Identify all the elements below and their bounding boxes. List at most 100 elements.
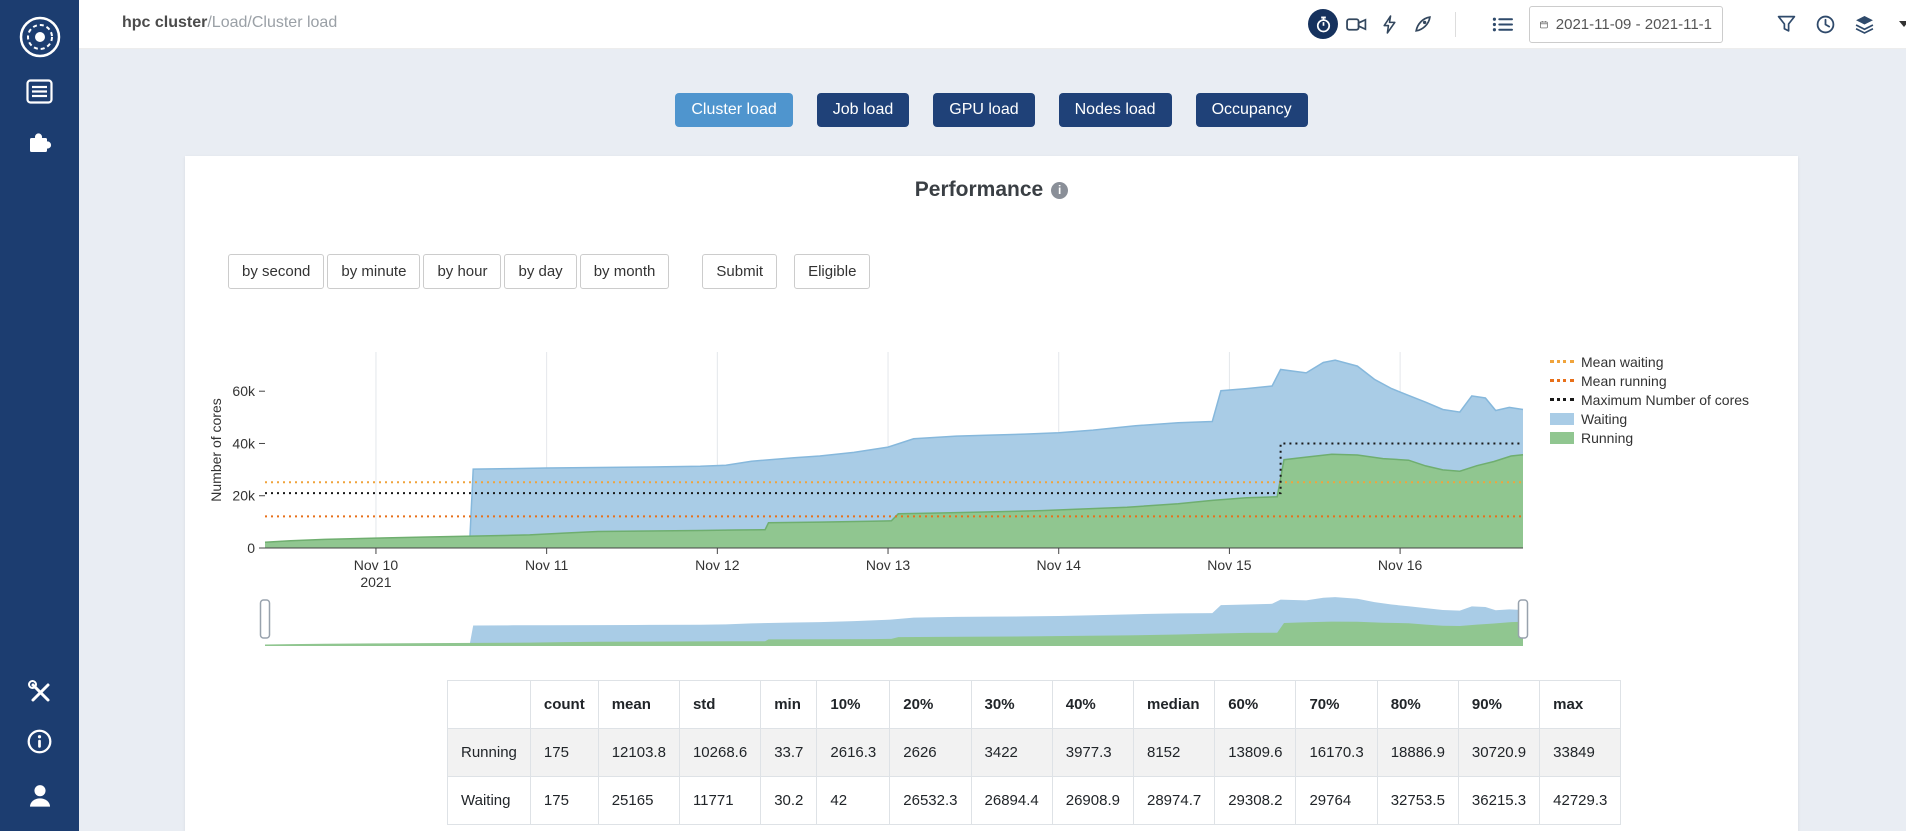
tab-gpu-load[interactable]: GPU load xyxy=(933,93,1034,127)
btn-submit[interactable]: Submit xyxy=(702,254,777,289)
layers-icon xyxy=(1855,15,1874,34)
btn-by-day[interactable]: by day xyxy=(504,254,576,289)
tab-occupancy[interactable]: Occupancy xyxy=(1196,93,1308,127)
stat-value: 26908.9 xyxy=(1052,777,1133,825)
date-range-value: 2021-11-09 - 2021-11-1 xyxy=(1556,16,1712,33)
sidebar-item-user[interactable] xyxy=(0,776,79,816)
app-logo[interactable] xyxy=(0,13,79,61)
date-range-picker[interactable]: 2021-11-09 - 2021-11-1 xyxy=(1529,6,1723,43)
stat-value: 42729.3 xyxy=(1540,777,1621,825)
granularity-controls: by second by minute by hour by day by mo… xyxy=(228,254,873,289)
btn-by-second[interactable]: by second xyxy=(228,254,324,289)
range-handle-right[interactable] xyxy=(1519,600,1528,638)
x-tick-label: Nov 13 xyxy=(866,557,911,573)
panel-title-text: Performance xyxy=(915,178,1043,201)
range-selector[interactable] xyxy=(185,586,1605,661)
tab-job-load[interactable]: Job load xyxy=(817,93,910,127)
video-icon xyxy=(1346,16,1367,33)
btn-by-hour[interactable]: by hour xyxy=(423,254,501,289)
chart-legend: Mean waitingMean running Maximum Number o… xyxy=(1550,352,1795,447)
stats-row-running: Running17512103.810268.633.72616.3262634… xyxy=(448,729,1621,777)
range-handle-left[interactable] xyxy=(261,600,270,638)
stats-header-median: median xyxy=(1133,681,1214,729)
stats-header-mean: mean xyxy=(598,681,679,729)
info-icon xyxy=(27,729,52,754)
layers-button[interactable] xyxy=(1849,9,1879,39)
stats-table: countmeanstdmin10%20%30%40%median60%70%8… xyxy=(447,680,1621,825)
stopwatch-button[interactable] xyxy=(1308,9,1338,39)
stats-header-40pct: 40% xyxy=(1052,681,1133,729)
sidebar-item-info[interactable] xyxy=(0,722,79,760)
x-tick-label: Nov 11 xyxy=(525,557,569,573)
performance-panel: Performance i by second by minute by hour… xyxy=(185,156,1798,831)
row-label: Running xyxy=(448,729,531,777)
sidebar-item-apps[interactable] xyxy=(0,123,79,161)
tab-cluster-load[interactable]: Cluster load xyxy=(675,93,792,127)
user-icon xyxy=(27,783,53,809)
legend-swatch xyxy=(1550,398,1574,401)
stat-value: 16170.3 xyxy=(1296,729,1377,777)
row-label: Waiting xyxy=(448,777,531,825)
legend-item-mean-waiting[interactable]: Mean waiting xyxy=(1550,352,1795,371)
info-icon[interactable]: i xyxy=(1051,182,1068,199)
legend-item-mean-running[interactable]: Mean running xyxy=(1550,371,1795,390)
queue-list-button[interactable] xyxy=(1487,9,1517,39)
legend-item-maximum-number-of-cores[interactable]: Maximum Number of cores xyxy=(1550,390,1795,409)
video-button[interactable] xyxy=(1341,9,1371,39)
bolt-icon xyxy=(1382,15,1397,34)
legend-swatch xyxy=(1550,432,1574,444)
tools-icon xyxy=(26,678,53,705)
legend-item-running[interactable]: Running xyxy=(1550,428,1795,447)
stats-header-80pct: 80% xyxy=(1377,681,1458,729)
bolt-button[interactable] xyxy=(1374,9,1404,39)
stopwatch-icon xyxy=(1315,16,1332,33)
filter-button[interactable] xyxy=(1771,9,1801,39)
stat-value: 18886.9 xyxy=(1377,729,1458,777)
stats-header-90pct: 90% xyxy=(1458,681,1539,729)
x-tick-label: Nov 14 xyxy=(1037,557,1082,573)
stat-value: 25165 xyxy=(598,777,679,825)
stat-value: 175 xyxy=(530,777,598,825)
stats-table-grid: countmeanstdmin10%20%30%40%median60%70%8… xyxy=(447,680,1621,825)
stat-value: 3422 xyxy=(971,729,1052,777)
x-tick-label: Nov 15 xyxy=(1207,557,1252,573)
stat-value: 10268.6 xyxy=(679,729,760,777)
y-tick-label: 20k xyxy=(232,488,256,504)
rocket-button[interactable] xyxy=(1407,9,1437,39)
tab-nodes-load[interactable]: Nodes load xyxy=(1059,93,1172,127)
stat-value: 26532.3 xyxy=(890,777,971,825)
stats-header-60pct: 60% xyxy=(1215,681,1296,729)
stats-header-max: max xyxy=(1540,681,1621,729)
x-tick-label: Nov 16 xyxy=(1378,557,1423,573)
stat-value: 29308.2 xyxy=(1215,777,1296,825)
breadcrumb-path: /Load/Cluster load xyxy=(207,14,337,31)
caret-down-icon xyxy=(1898,20,1906,28)
sidebar-item-tools[interactable] xyxy=(0,672,79,710)
puzzle-icon xyxy=(26,129,53,156)
history-button[interactable] xyxy=(1810,9,1840,39)
stat-value: 12103.8 xyxy=(598,729,679,777)
stat-value: 8152 xyxy=(1133,729,1214,777)
legend-label: Running xyxy=(1581,430,1633,446)
stat-value: 2626 xyxy=(890,729,971,777)
breadcrumb[interactable]: hpc cluster/Load/Cluster load xyxy=(122,14,337,32)
load-tabs: Cluster load Job load GPU load Nodes loa… xyxy=(185,93,1798,127)
legend-item-waiting[interactable]: Waiting xyxy=(1550,409,1795,428)
btn-by-minute[interactable]: by minute xyxy=(327,254,420,289)
btn-by-month[interactable]: by month xyxy=(580,254,670,289)
top-header: hpc cluster/Load/Cluster load xyxy=(79,0,1906,49)
y-tick-label: 0 xyxy=(247,540,255,556)
clock-icon xyxy=(1816,15,1835,34)
menu-caret-button[interactable] xyxy=(1889,9,1906,39)
sidebar-item-jobs[interactable] xyxy=(0,72,79,110)
stat-value: 3977.3 xyxy=(1052,729,1133,777)
stat-value: 29764 xyxy=(1296,777,1377,825)
legend-label: Maximum Number of cores xyxy=(1581,392,1749,408)
stat-value: 36215.3 xyxy=(1458,777,1539,825)
stat-value: 28974.7 xyxy=(1133,777,1214,825)
jobs-icon xyxy=(26,79,53,104)
stats-row-waiting: Waiting175251651177130.24226532.326894.4… xyxy=(448,777,1621,825)
stats-header-blank xyxy=(448,681,531,729)
btn-eligible[interactable]: Eligible xyxy=(794,254,870,289)
legend-label: Waiting xyxy=(1581,411,1627,427)
